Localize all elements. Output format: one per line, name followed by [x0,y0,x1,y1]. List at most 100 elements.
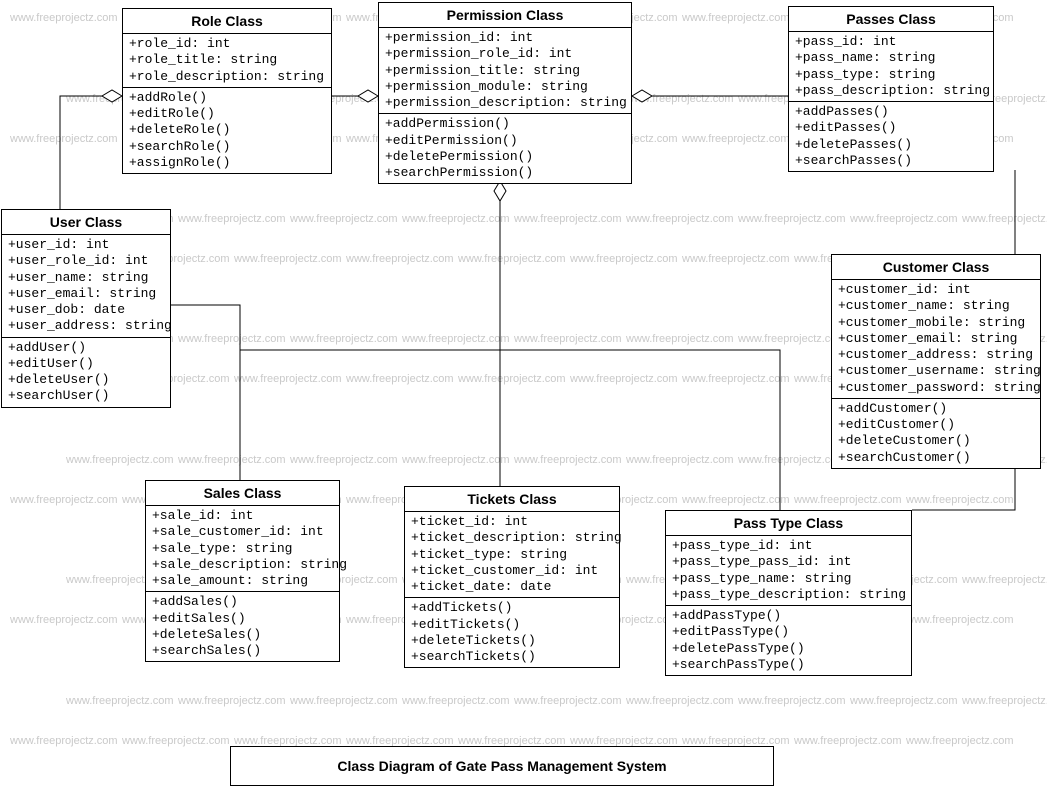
list-item: +deletePasses() [795,137,987,153]
list-item: +pass_type_description: string [672,587,905,603]
diagram-title-box: Class Diagram of Gate Pass Management Sy… [230,746,774,786]
list-item: +ticket_customer_id: int [411,563,613,579]
list-item: +pass_name: string [795,50,987,66]
class-title: Role Class [123,9,331,34]
class-attrs: +role_id: int+role_title: string+role_de… [123,34,331,88]
class-user: User Class +user_id: int+user_role_id: i… [1,209,171,408]
list-item: +editTickets() [411,617,613,633]
list-item: +sale_customer_id: int [152,524,333,540]
list-item: +searchPassType() [672,657,905,673]
list-item: +addPermission() [385,116,625,132]
class-ops: +addTickets()+editTickets()+deleteTicket… [405,598,619,667]
class-tickets: Tickets Class +ticket_id: int+ticket_des… [404,486,620,668]
list-item: +permission_module: string [385,79,625,95]
list-item: +user_address: string [8,318,164,334]
class-ops: +addRole()+editRole()+deleteRole()+searc… [123,88,331,173]
class-title: Tickets Class [405,487,619,512]
list-item: +role_id: int [129,36,325,52]
list-item: +ticket_type: string [411,547,613,563]
list-item: +assignRole() [129,155,325,171]
list-item: +sale_description: string [152,557,333,573]
class-ops: +addPassType()+editPassType()+deletePass… [666,606,911,675]
list-item: +searchCustomer() [838,450,1034,466]
class-title: User Class [2,210,170,235]
list-item: +addPassType() [672,608,905,624]
list-item: +deleteTickets() [411,633,613,649]
list-item: +sale_id: int [152,508,333,524]
list-item: +customer_email: string [838,331,1034,347]
list-item: +addPasses() [795,104,987,120]
list-item: +searchUser() [8,388,164,404]
class-title: Sales Class [146,481,339,506]
class-sales: Sales Class +sale_id: int+sale_customer_… [145,480,340,662]
class-passes: Passes Class +pass_id: int+pass_name: st… [788,6,994,172]
list-item: +deleteSales() [152,627,333,643]
list-item: +searchTickets() [411,649,613,665]
list-item: +customer_mobile: string [838,315,1034,331]
list-item: +ticket_date: date [411,579,613,595]
list-item: +user_id: int [8,237,164,253]
class-role: Role Class +role_id: int+role_title: str… [122,8,332,174]
list-item: +deleteUser() [8,372,164,388]
list-item: +addRole() [129,90,325,106]
class-attrs: +permission_id: int+permission_role_id: … [379,28,631,114]
class-ops: +addPasses()+editPasses()+deletePasses()… [789,102,993,171]
list-item: +deletePermission() [385,149,625,165]
list-item: +user_email: string [8,286,164,302]
class-title: Permission Class [379,3,631,28]
list-item: +editPermission() [385,133,625,149]
list-item: +searchSales() [152,643,333,659]
list-item: +ticket_description: string [411,530,613,546]
list-item: +user_role_id: int [8,253,164,269]
list-item: +pass_type_id: int [672,538,905,554]
list-item: +pass_type_pass_id: int [672,554,905,570]
list-item: +editCustomer() [838,417,1034,433]
diagram-title-text: Class Diagram of Gate Pass Management Sy… [337,758,666,774]
list-item: +customer_password: string [838,380,1034,396]
list-item: +searchPermission() [385,165,625,181]
list-item: +ticket_id: int [411,514,613,530]
list-item: +editPasses() [795,120,987,136]
list-item: +deletePassType() [672,641,905,657]
list-item: +customer_address: string [838,347,1034,363]
list-item: +customer_id: int [838,282,1034,298]
class-title: Passes Class [789,7,993,32]
list-item: +deleteCustomer() [838,433,1034,449]
list-item: +pass_type_name: string [672,571,905,587]
list-item: +customer_username: string [838,363,1034,379]
list-item: +addCustomer() [838,401,1034,417]
list-item: +permission_description: string [385,95,625,111]
list-item: +pass_id: int [795,34,987,50]
list-item: +pass_description: string [795,83,987,99]
list-item: +sale_type: string [152,541,333,557]
class-attrs: +pass_id: int+pass_name: string+pass_typ… [789,32,993,102]
list-item: +addTickets() [411,600,613,616]
list-item: +pass_type: string [795,67,987,83]
list-item: +permission_role_id: int [385,46,625,62]
list-item: +role_title: string [129,52,325,68]
class-title: Pass Type Class [666,511,911,536]
list-item: +user_name: string [8,270,164,286]
list-item: +permission_id: int [385,30,625,46]
class-attrs: +sale_id: int+sale_customer_id: int+sale… [146,506,339,592]
list-item: +sale_amount: string [152,573,333,589]
list-item: +customer_name: string [838,298,1034,314]
list-item: +deleteRole() [129,122,325,138]
list-item: +user_dob: date [8,302,164,318]
list-item: +editRole() [129,106,325,122]
list-item: +searchRole() [129,139,325,155]
list-item: +editUser() [8,356,164,372]
list-item: +editSales() [152,611,333,627]
list-item: +addSales() [152,594,333,610]
list-item: +permission_title: string [385,63,625,79]
list-item: +searchPasses() [795,153,987,169]
class-attrs: +user_id: int+user_role_id: int+user_nam… [2,235,170,338]
class-ops: +addPermission()+editPermission()+delete… [379,114,631,183]
class-attrs: +customer_id: int+customer_name: string+… [832,280,1040,399]
list-item: +editPassType() [672,624,905,640]
class-customer: Customer Class +customer_id: int+custome… [831,254,1041,469]
class-title: Customer Class [832,255,1040,280]
class-attrs: +ticket_id: int+ticket_description: stri… [405,512,619,598]
class-attrs: +pass_type_id: int+pass_type_pass_id: in… [666,536,911,606]
class-ops: +addCustomer()+editCustomer()+deleteCust… [832,399,1040,468]
